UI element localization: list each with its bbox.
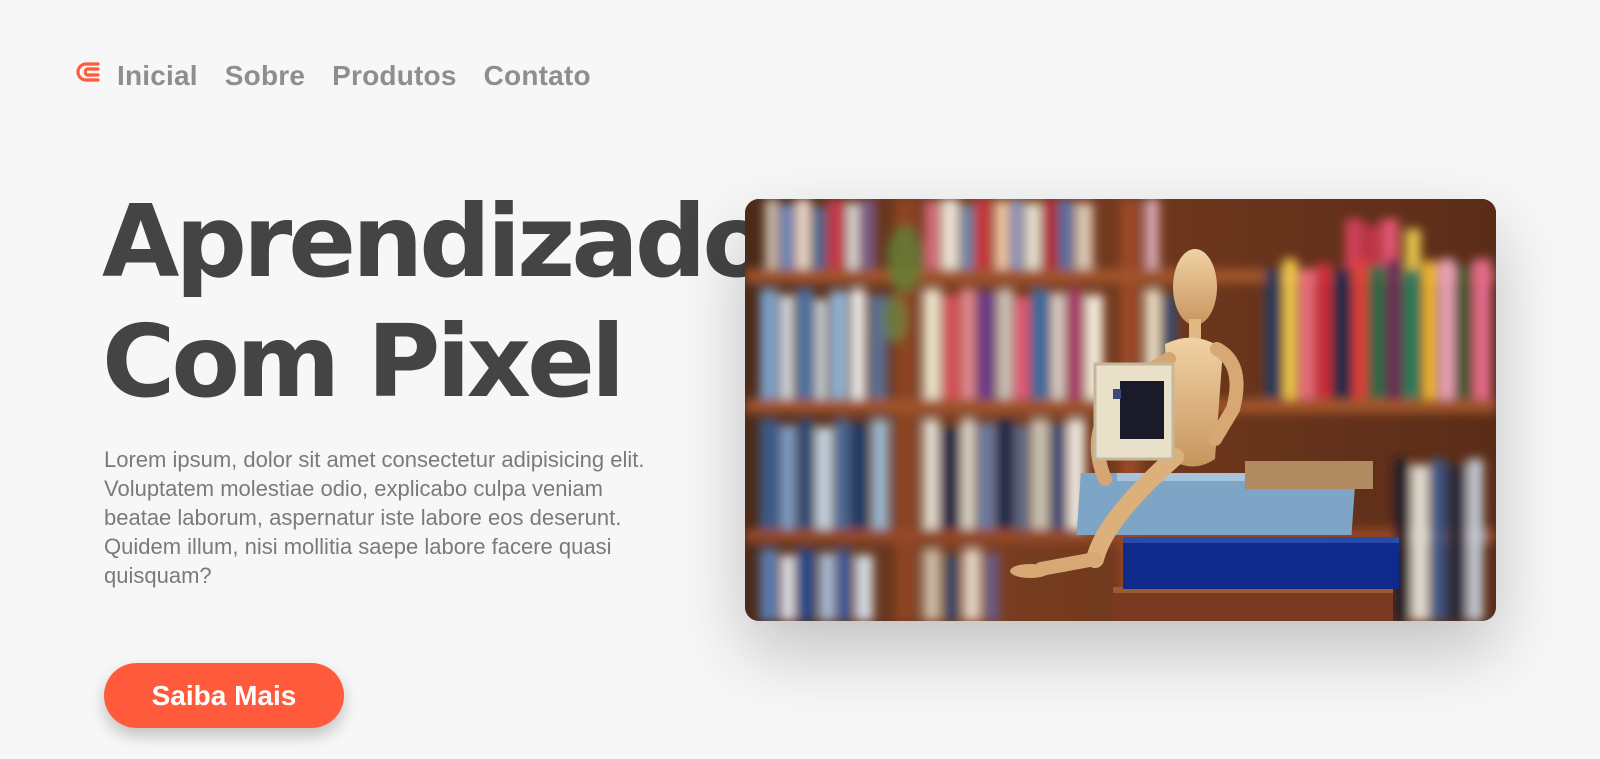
hero-image bbox=[745, 199, 1496, 621]
nav-link-contato[interactable]: Contato bbox=[484, 60, 591, 92]
hero-description: Lorem ipsum, dolor sit amet consectetur … bbox=[104, 447, 645, 588]
main-nav: Inicial Sobre Produtos Contato bbox=[74, 60, 618, 92]
landing-page: Inicial Sobre Produtos Contato Aprendiza… bbox=[0, 0, 1600, 759]
book-stack bbox=[1076, 461, 1399, 621]
saiba-mais-button[interactable]: Saiba Mais bbox=[104, 663, 344, 728]
nav-link-inicial[interactable]: Inicial bbox=[117, 60, 198, 92]
bookshelf-photo bbox=[745, 199, 1496, 621]
hero-title: Aprendizado Com Pixel bbox=[102, 182, 771, 422]
brand-logo-icon[interactable] bbox=[74, 58, 104, 88]
nav-link-sobre[interactable]: Sobre bbox=[225, 60, 305, 92]
hero-title-line-2: Com Pixel bbox=[102, 303, 625, 420]
hero-title-line-1: Aprendizado bbox=[102, 183, 771, 300]
nav-link-produtos[interactable]: Produtos bbox=[332, 60, 456, 92]
